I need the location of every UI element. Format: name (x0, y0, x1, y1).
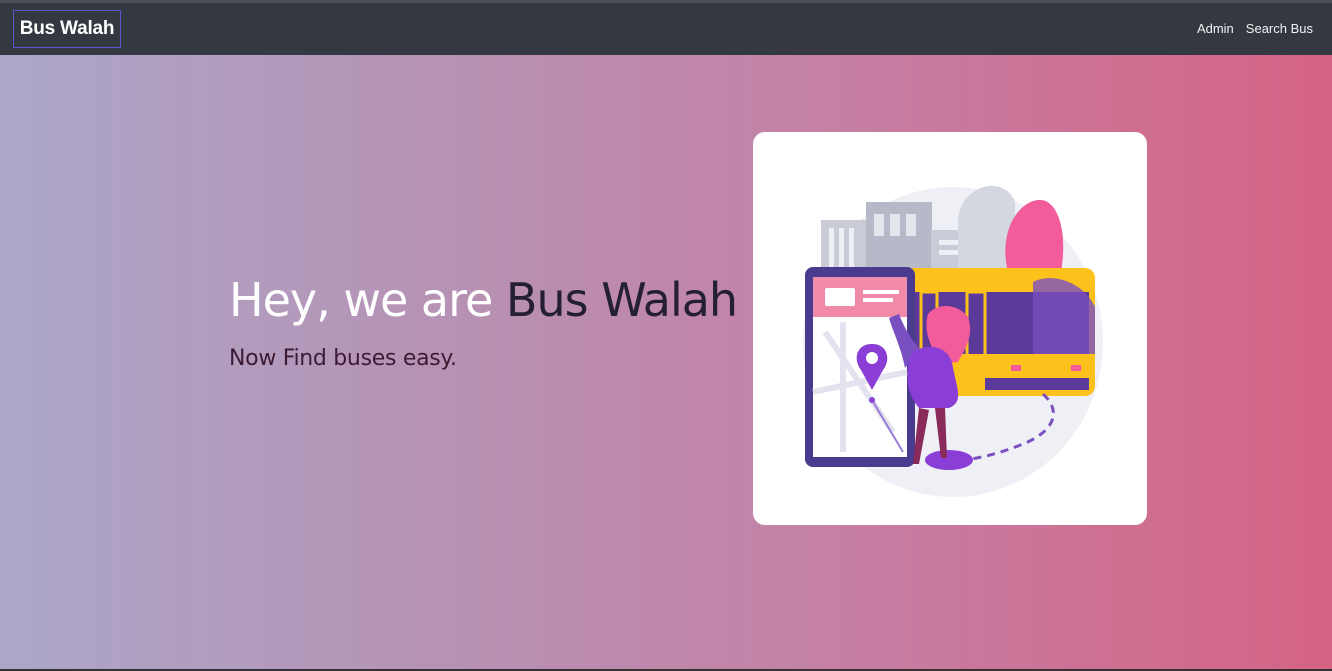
nav-link-search-bus[interactable]: Search Bus (1246, 21, 1313, 36)
hero-subtitle: Now Find buses easy. (229, 346, 457, 371)
hero-title: Hey, we are Bus Walah (229, 273, 738, 327)
nav-link-admin[interactable]: Admin (1197, 21, 1234, 36)
hero-title-brand: Bus Walah (505, 273, 738, 327)
brand-logo-link[interactable]: Bus Walah (13, 10, 121, 48)
hero-title-intro: Hey, we are (229, 273, 506, 327)
top-navbar: Bus Walah Admin Search Bus (0, 0, 1332, 55)
illustration-card (753, 132, 1147, 525)
bus-stop-illustration (803, 185, 1103, 497)
nav-links: Admin Search Bus (1197, 21, 1313, 36)
